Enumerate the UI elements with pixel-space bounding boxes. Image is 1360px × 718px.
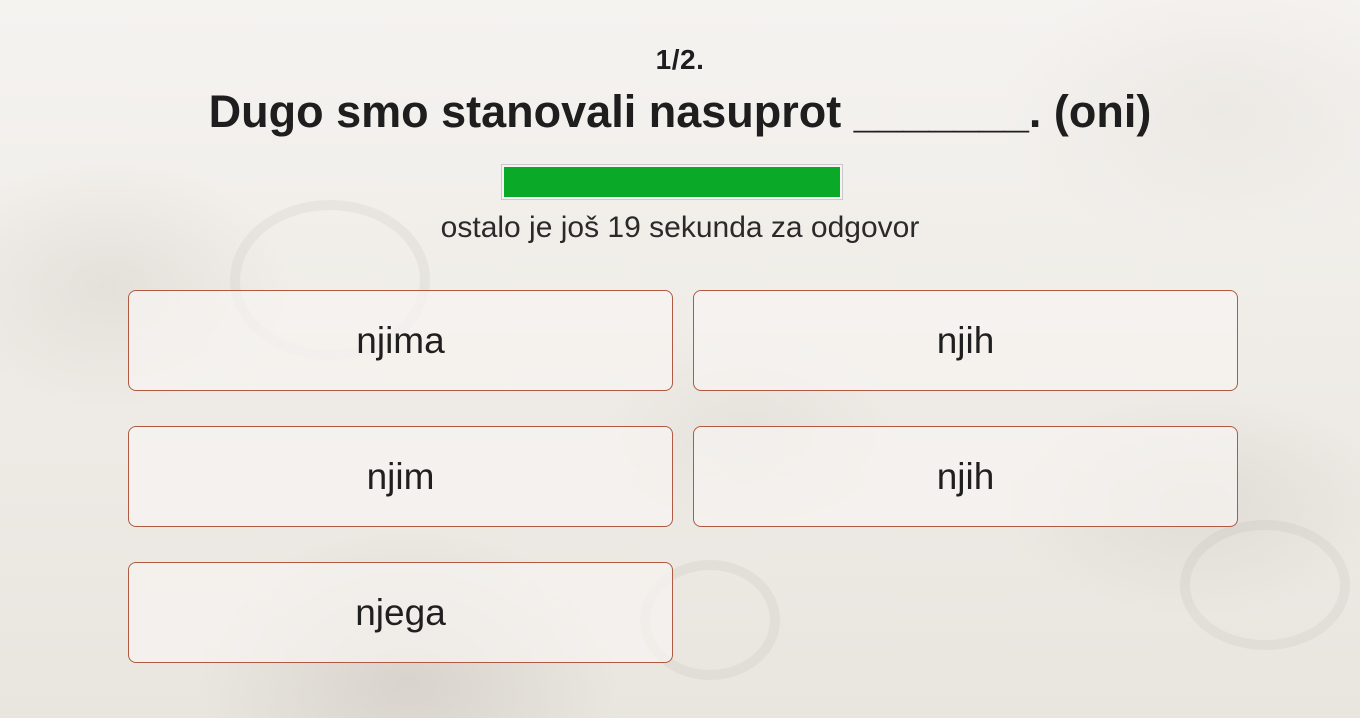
timer-progress-fill: [504, 167, 840, 197]
answer-option-3[interactable]: njim: [128, 426, 673, 527]
answer-option-4[interactable]: njih: [693, 426, 1238, 527]
question-text: Dugo smo stanovali nasuprot _______. (on…: [208, 86, 1152, 137]
quiz-screen: 1/2. Dugo smo stanovali nasuprot _______…: [0, 0, 1360, 718]
timer-text: ostalo je još 19 sekunda za odgovor: [440, 211, 920, 244]
answer-option-5[interactable]: njega: [128, 562, 673, 663]
answer-options: njima njih njim njih njega: [128, 290, 1238, 663]
question-counter: 1/2.: [655, 44, 705, 75]
answer-option-1[interactable]: njima: [128, 290, 673, 391]
timer-progress-bar: [501, 164, 843, 200]
answer-option-2[interactable]: njih: [693, 290, 1238, 391]
